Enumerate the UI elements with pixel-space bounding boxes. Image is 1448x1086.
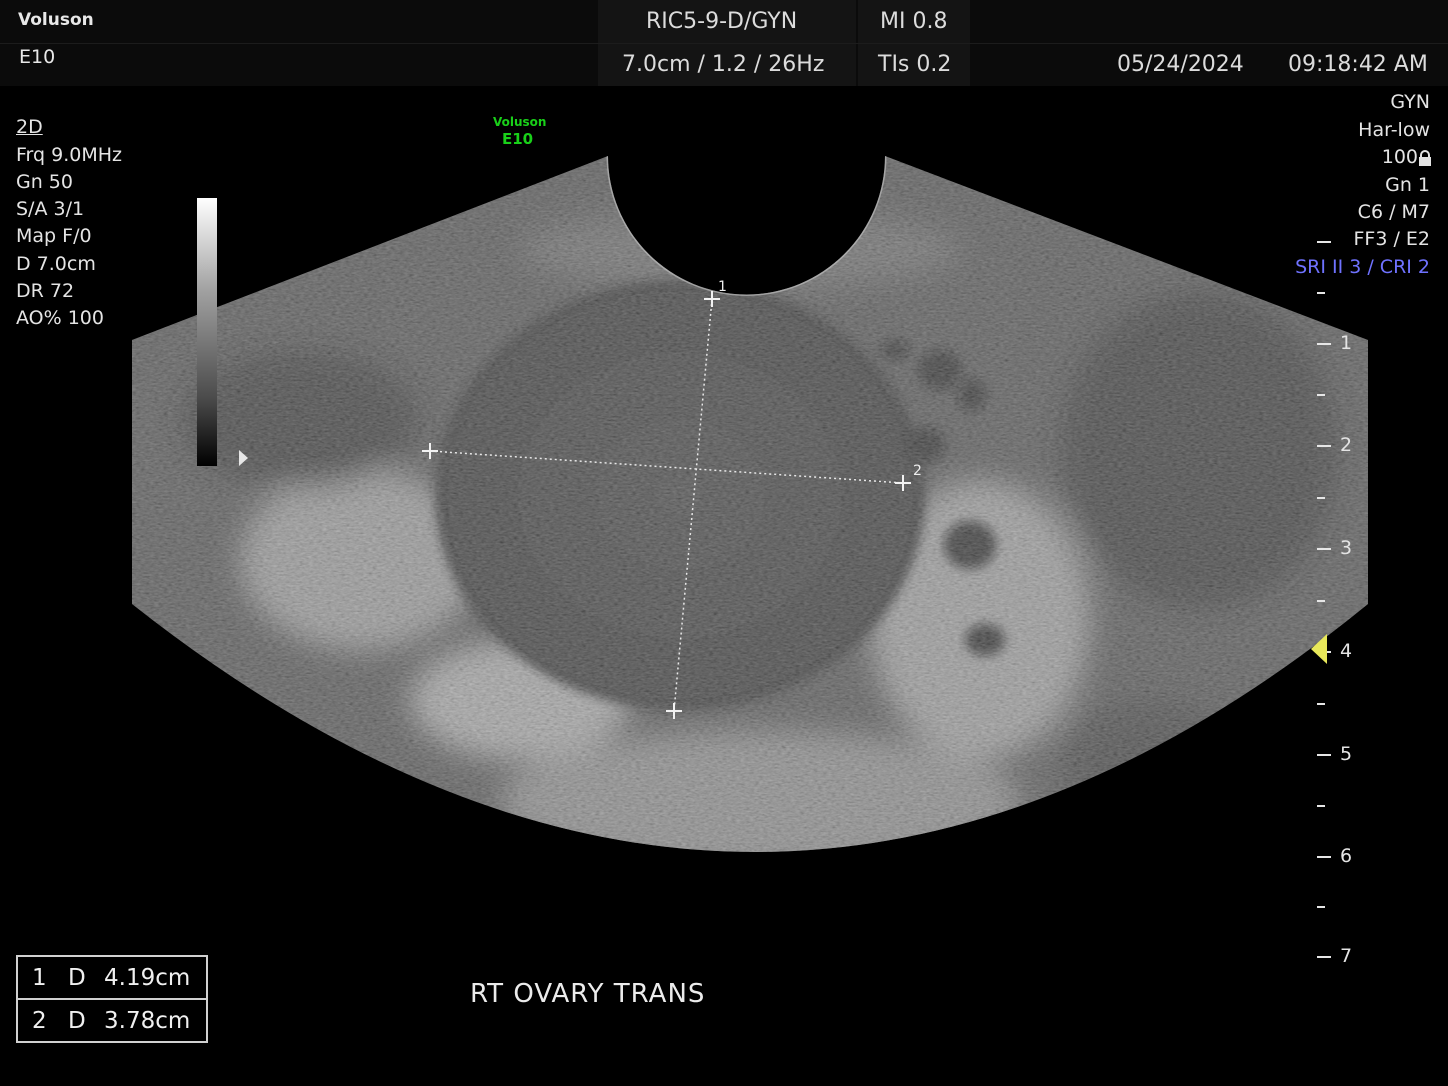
param-acoustic-output: AO% 100 <box>16 307 104 329</box>
caliper-label-2: 2 <box>913 463 922 479</box>
measurement-value: 3.78cm <box>104 1008 191 1034</box>
harmonic-label: Har-low <box>1358 119 1430 141</box>
scale-tick <box>1317 703 1325 705</box>
measurement-type: D <box>68 1008 86 1034</box>
scale-tick <box>1317 343 1331 345</box>
image-annotation: RT OVARY TRANS <box>470 979 706 1009</box>
scale-tick <box>1317 497 1325 499</box>
preset-label: GYN <box>1390 91 1430 113</box>
ff-e-label: FF3 / E2 <box>1353 228 1430 250</box>
watermark-model: E10 <box>502 130 534 148</box>
measurement-table: 1 D 4.19cm 2 D 3.78cm <box>16 955 208 1043</box>
power-label: 100 <box>1381 146 1418 168</box>
depth-label-1: 1 <box>1340 332 1353 354</box>
measurement-type: D <box>68 965 86 991</box>
c-m-label: C6 / M7 <box>1357 201 1430 223</box>
mode-label: 2D <box>16 116 43 138</box>
measurement-value: 4.19cm <box>104 965 191 991</box>
scale-tick <box>1317 394 1325 396</box>
scale-tick <box>1317 600 1325 602</box>
scale-tick <box>1317 445 1331 447</box>
param-map: Map F/0 <box>16 225 92 247</box>
param-gain: Gn 50 <box>16 171 73 193</box>
depth-label-5: 5 <box>1340 743 1353 765</box>
param-sa: S/A 3/1 <box>16 198 85 220</box>
depth-label-3: 3 <box>1340 537 1353 559</box>
measurement-index: 2 <box>32 1008 47 1034</box>
focus-marker-icon <box>1311 634 1327 664</box>
grayscale-pointer-icon <box>239 450 248 466</box>
depth-label-7: 7 <box>1340 945 1353 967</box>
scale-tick <box>1317 856 1331 858</box>
right-gain-label: Gn 1 <box>1385 174 1430 196</box>
scale-tick <box>1317 956 1331 958</box>
watermark-brand: Voluson <box>493 115 547 129</box>
measurement-index: 1 <box>32 965 47 991</box>
ultrasound-image <box>132 156 1368 852</box>
scale-tick <box>1317 292 1325 294</box>
param-frequency: Frq 9.0MHz <box>16 144 122 166</box>
depth-label-2: 2 <box>1340 434 1353 456</box>
scale-tick <box>1317 906 1325 908</box>
depth-label-4: 4 <box>1340 640 1353 662</box>
grayscale-bar <box>197 198 217 466</box>
scale-tick <box>1317 805 1325 807</box>
sri-cri-label: SRI II 3 / CRI 2 <box>1295 256 1430 278</box>
depth-label-6: 6 <box>1340 845 1353 867</box>
lock-icon <box>1419 150 1431 166</box>
scale-tick <box>1317 548 1331 550</box>
caliper-label-1: 1 <box>718 279 727 295</box>
measurement-row: 1 D 4.19cm <box>18 957 206 998</box>
param-dynamic-range: DR 72 <box>16 280 75 302</box>
scale-tick <box>1317 241 1331 243</box>
measurement-row: 2 D 3.78cm <box>18 998 206 1041</box>
param-depth: D 7.0cm <box>16 253 96 275</box>
scale-tick <box>1317 754 1331 756</box>
